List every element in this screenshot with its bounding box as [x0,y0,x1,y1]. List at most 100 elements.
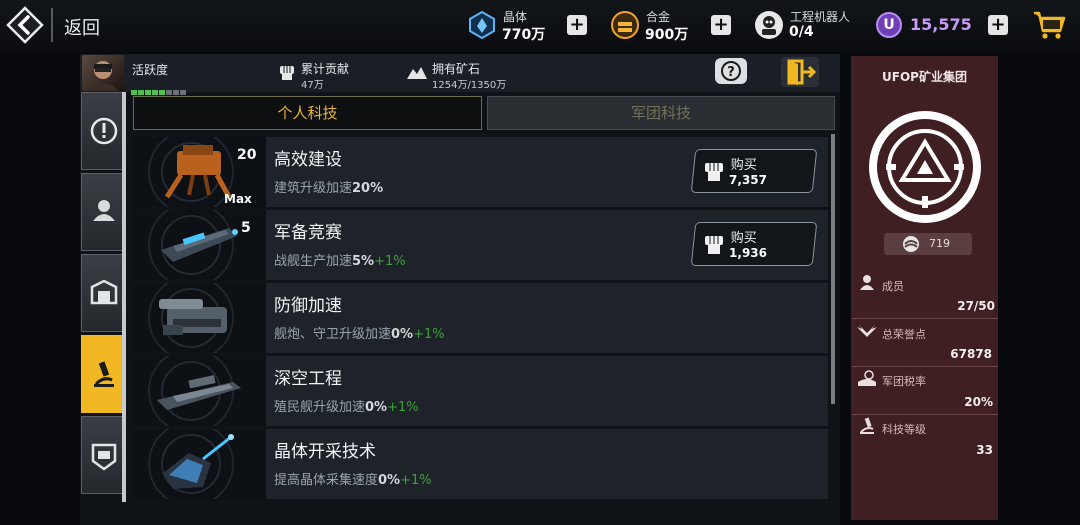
crystal-icon [468,10,496,40]
member-icon [858,274,876,290]
contribution-label: 累计贡献 [301,62,350,76]
tech-desc: 提高晶体采集速度0%+1% [274,473,432,488]
tech-title: 晶体开采技术 [274,442,376,462]
legion-emblem-icon [866,108,984,226]
side-tab-tech[interactable] [81,335,123,413]
microscope-icon [858,417,876,435]
buy-cost: 7,357 [729,173,768,187]
tech-thumbnail [133,429,266,499]
stat-tax-label: 军团税率 [882,375,926,388]
alert-icon [90,117,118,145]
premium-coin-icon: U [876,12,902,38]
ore-value: 1254万/1350万 [432,80,507,91]
legion-icon [91,443,117,471]
colony-ship-icon [157,375,241,410]
help-button[interactable]: ? [715,58,747,84]
legion-score: 719 [929,237,950,250]
side-tab-legion[interactable] [81,416,123,494]
buy-label: 购买 [730,231,757,246]
side-tab-hangar[interactable] [81,254,123,332]
back-button[interactable] [6,6,44,44]
buy-button[interactable]: 购买 1,936 [690,222,818,266]
back-label[interactable]: 返回 [64,14,100,40]
tech-thumbnail [133,283,266,353]
stat-tax-value: 20% [964,395,993,409]
buy-cost: 1,936 [729,246,768,260]
divider [852,366,998,367]
person-icon [93,200,115,221]
robot-icon [754,10,783,39]
crystal-value: 770万 [502,27,546,43]
shop-cart-button[interactable] [1032,9,1066,41]
stat-members-value: 27/50 [957,299,995,313]
fist-icon [278,63,296,81]
stat-honor-value: 67878 [950,347,992,361]
tech-level: 5 [241,220,251,236]
back-arrow-icon [6,6,44,44]
activity-label: 活跃度 [132,63,169,77]
tech-thumbnail: 20 Max [133,137,266,207]
tech-max-label: Max [224,192,252,206]
ore-label: 拥有矿石 [432,62,481,76]
tech-desc: 战舰生产加速5%+1% [274,254,406,269]
legion-name: UFOP矿业集团 [882,70,967,84]
cart-icon [1034,11,1066,39]
tech-row-arms-race[interactable]: 5 军备竞赛 战舰生产加速5%+1% 购买 1,936 [133,210,828,280]
alloy-value: 900万 [645,27,689,43]
stat-tech-level-value: 33 [976,443,993,457]
turret-icon [159,299,227,335]
stat-tech-level-label: 科技等级 [882,423,926,436]
avatar[interactable] [82,55,124,91]
wings-icon [856,324,878,338]
tech-thumbnail [133,356,266,426]
robot-value: 0/4 [789,24,814,40]
divider [852,414,998,415]
tab-legion-tech[interactable]: 军团科技 [487,96,835,130]
exit-legion-button[interactable] [781,57,819,87]
tech-desc: 建筑升级加速20% [274,181,384,196]
tax-icon [857,370,877,388]
tech-title: 防御加速 [274,296,342,316]
fist-icon [705,236,723,254]
tech-title: 军备竞赛 [274,223,342,243]
tech-desc: 舰炮、守卫升级加速0%+1% [274,327,445,342]
tech-row-defense-speed[interactable]: 防御加速 舰炮、守卫升级加速0%+1% [133,283,828,353]
tech-level: 20 [237,147,257,163]
svg-text:?: ? [727,65,735,80]
stat-members-label: 成员 [882,280,904,293]
list-scrollbar[interactable] [831,134,835,404]
crystal-label: 晶体 [503,10,528,24]
microscope-icon [94,361,114,387]
premium-currency-value: 15,575 [910,15,972,34]
mining-drill-icon [163,434,234,489]
legion-score-badge: 719 [884,233,972,255]
alloy-icon [611,11,639,39]
side-tab-alert[interactable] [81,92,123,170]
side-tab-divider [122,92,126,502]
robot-label: 工程机器人 [790,10,851,24]
helmet-icon [903,236,919,252]
tech-title: 高效建设 [274,150,342,170]
exit-door-icon [787,59,817,85]
contribution-value: 47万 [301,80,324,91]
divider [852,318,998,319]
tech-desc: 殖民舰升级加速0%+1% [274,400,419,415]
question-icon: ? [721,61,741,81]
tech-row-crystal-mining[interactable]: 晶体开采技术 提高晶体采集速度0%+1% [133,429,828,499]
add-crystal-button[interactable]: + [567,15,587,35]
tab-personal-tech[interactable]: 个人科技 [133,96,482,130]
stat-honor-label: 总荣誉点 [882,328,926,341]
fist-icon [705,163,723,181]
buy-label: 购买 [730,158,757,173]
tech-thumbnail: 5 [133,210,266,280]
hangar-icon [90,279,118,305]
alloy-label: 合金 [646,10,671,24]
tech-row-efficient-build[interactable]: 20 Max 高效建设 建筑升级加速20% 购买 7,357 [133,137,828,207]
buy-button[interactable]: 购买 7,357 [690,149,818,193]
ore-icon [406,65,428,81]
side-tab-members[interactable] [81,173,123,251]
tech-row-deep-space[interactable]: 深空工程 殖民舰升级加速0%+1% [133,356,828,426]
divider [51,8,53,42]
add-alloy-button[interactable]: + [711,15,731,35]
add-premium-button[interactable]: + [988,15,1008,35]
